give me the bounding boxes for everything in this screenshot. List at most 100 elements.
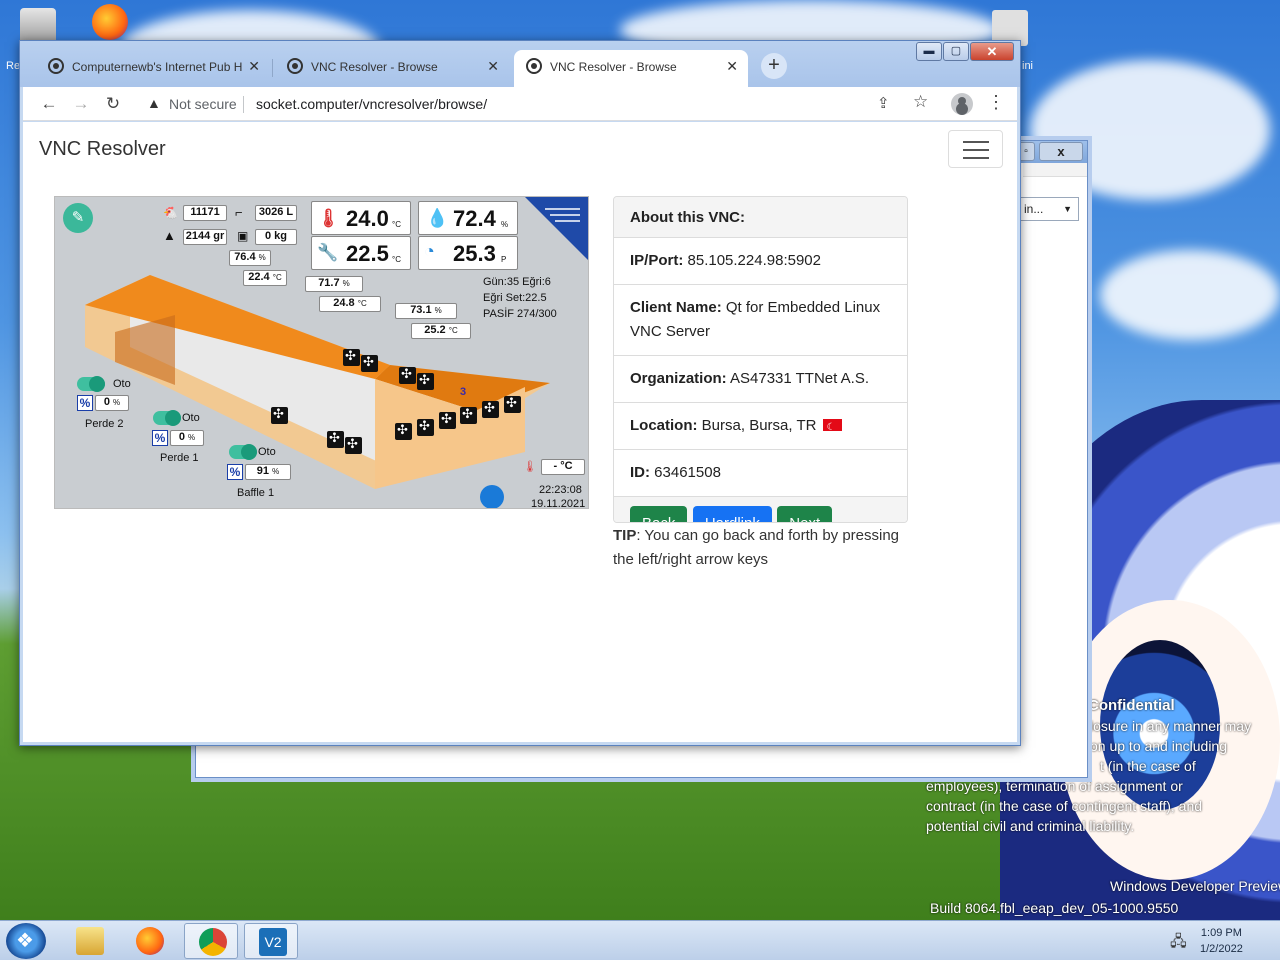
- tab-close-icon[interactable]: ✕: [487, 58, 499, 75]
- share-icon[interactable]: ⇪: [877, 94, 890, 112]
- vnc-viewer-icon: V2: [259, 928, 287, 956]
- zone-label: 3: [460, 386, 467, 398]
- profile-avatar-icon[interactable]: [951, 93, 973, 115]
- reload-icon[interactable]: ↻: [101, 92, 125, 116]
- tab-computernewb[interactable]: Computernewb's Internet Pub H ✕: [36, 50, 270, 87]
- fan-icon: [417, 372, 434, 390]
- hamburger-line: [963, 149, 989, 151]
- desktop-icon-label: ini: [1022, 60, 1034, 72]
- fan-icon: [395, 422, 412, 440]
- tip-body: : You can go back and forth by pressing …: [613, 527, 900, 568]
- droplet-icon: 💧: [426, 208, 449, 228]
- percent-icon: %: [152, 430, 168, 446]
- bookmark-star-icon[interactable]: ☆: [913, 92, 928, 112]
- hardlink-button[interactable]: Hardlink: [692, 506, 772, 522]
- tab-label: VNC Resolver - Browse: [311, 60, 438, 74]
- new-tab-button[interactable]: +: [761, 53, 787, 79]
- vnc-weight: 0 kg: [255, 229, 297, 245]
- vnc-info-card: About this VNC: IP/Port: 85.105.224.98:5…: [613, 196, 908, 523]
- vnc-feed: 2144 gr: [183, 229, 227, 245]
- browser-window[interactable]: Computernewb's Internet Pub H ✕ VNC Reso…: [19, 40, 1021, 746]
- vnc-info-line: PASİF 274/300: [483, 308, 557, 320]
- chicken-icon: 🐔: [163, 206, 178, 220]
- clock-time: 1:09 PM: [1200, 927, 1242, 939]
- fan-icon: [399, 366, 416, 384]
- outside-temp: - °C: [541, 459, 585, 475]
- menu-dots-icon[interactable]: ⋮: [987, 92, 1005, 112]
- fan-icon: [504, 395, 521, 413]
- hamburger-line: [963, 157, 989, 159]
- tab-label: VNC Resolver - Browse: [550, 60, 677, 74]
- recycle-bin-icon[interactable]: [20, 8, 56, 44]
- tip-label: TIP: [613, 527, 637, 544]
- url-text[interactable]: socket.computer/vncresolver/browse/: [256, 96, 487, 112]
- location-row: Location: Bursa, Bursa, TR: [614, 403, 907, 450]
- site-favicon-icon: [526, 58, 542, 74]
- vnc-humidity-1: 76.4 %: [229, 250, 271, 266]
- chevron-down-icon: ▼: [1063, 204, 1072, 214]
- weather-cloud-icon: [480, 485, 504, 508]
- thermometer-icon: 🌡: [317, 208, 340, 228]
- address-bar[interactable]: ▲ Not secure socket.computer/vncresolver…: [139, 89, 909, 119]
- maximize-icon[interactable]: ▢: [943, 42, 969, 61]
- tab-close-icon[interactable]: ✕: [726, 58, 738, 75]
- edit-icon[interactable]: ✎: [63, 203, 93, 233]
- warning-icon[interactable]: ▲: [147, 95, 161, 111]
- vnc-humidity-2: 71.7 %: [305, 276, 363, 292]
- taskbar-chrome[interactable]: [184, 923, 238, 959]
- taskbar-vnc[interactable]: V2: [244, 923, 298, 959]
- tab-close-icon[interactable]: ✕: [248, 58, 260, 75]
- org-label: Organization:: [630, 370, 727, 387]
- tab-separator: [272, 59, 273, 77]
- baffle-toggle[interactable]: [229, 444, 257, 460]
- security-indicator[interactable]: Not secure: [169, 96, 237, 112]
- vnc-big-hum: 72.4: [453, 206, 496, 231]
- back-button[interactable]: Back: [630, 506, 688, 522]
- thermometer-icon: 🌡: [523, 461, 537, 473]
- organization-row: Organization: AS47331 TTNet A.S.: [614, 356, 907, 403]
- close-icon[interactable]: x: [1039, 142, 1083, 161]
- tab-vnc-resolver-1[interactable]: VNC Resolver - Browse ✕: [275, 50, 509, 87]
- card-header: About this VNC:: [614, 197, 907, 238]
- vnc-temp-b: 24.8 °C: [319, 296, 381, 312]
- id-label: ID:: [630, 464, 650, 481]
- vnc-big-temp-box: 🌡 24.0 °C: [311, 201, 411, 235]
- tab-label: Computernewb's Internet Pub H: [72, 60, 242, 74]
- vnc-info-line: Eğri Set:22.5: [483, 292, 547, 304]
- back-arrow-icon[interactable]: ←: [37, 92, 61, 116]
- navbar-toggle-button[interactable]: [948, 130, 1003, 168]
- fan-icon: [460, 406, 477, 424]
- forward-arrow-icon[interactable]: →: [69, 92, 93, 116]
- network-icon[interactable]: 🖧: [1170, 931, 1187, 956]
- perde1-value: 0 %: [170, 430, 204, 446]
- baffle-label: Baffle 1: [237, 487, 275, 499]
- tray-clock[interactable]: 1:09 PM 1/2/2022: [1200, 925, 1243, 957]
- tab-vnc-resolver-active[interactable]: VNC Resolver - Browse ✕: [514, 50, 748, 87]
- next-button[interactable]: Next: [777, 506, 833, 522]
- site-brand[interactable]: VNC Resolver: [39, 138, 166, 161]
- vnc-pressure-box: ◔ 25.3 P: [418, 236, 518, 270]
- taskbar-explorer[interactable]: [62, 923, 116, 959]
- perde2-toggle[interactable]: [77, 376, 105, 392]
- confidential-line: potential civil and criminal liability.: [926, 818, 1135, 834]
- desktop-icon-label: Re: [6, 60, 21, 72]
- start-button[interactable]: [6, 923, 46, 959]
- fan-icon: [439, 411, 456, 429]
- confidential-line: employees), termination of assignment or: [926, 778, 1183, 794]
- fan-icon: [417, 418, 434, 436]
- confidential-line: on up to and including: [1090, 738, 1227, 754]
- clock-date: 1/2/2022: [1200, 943, 1243, 955]
- vnc-temp-c: 25.2 °C: [411, 323, 471, 339]
- windows-watermark: Windows Developer Preview: [1110, 878, 1280, 894]
- close-icon[interactable]: ✕: [970, 42, 1014, 61]
- perde1-toggle[interactable]: [153, 410, 181, 426]
- corner-banner: [525, 197, 588, 260]
- site-favicon-icon: [287, 58, 303, 74]
- location-label: Location:: [630, 417, 698, 434]
- vnc-temp-a: 22.4 °C: [243, 270, 287, 286]
- minimize-icon[interactable]: ▬: [916, 42, 942, 61]
- vnc-pressure: 25.3: [453, 241, 496, 266]
- fan-icon: [482, 400, 499, 418]
- taskbar-firefox[interactable]: [122, 923, 176, 959]
- firefox-desktop-icon[interactable]: [92, 4, 128, 40]
